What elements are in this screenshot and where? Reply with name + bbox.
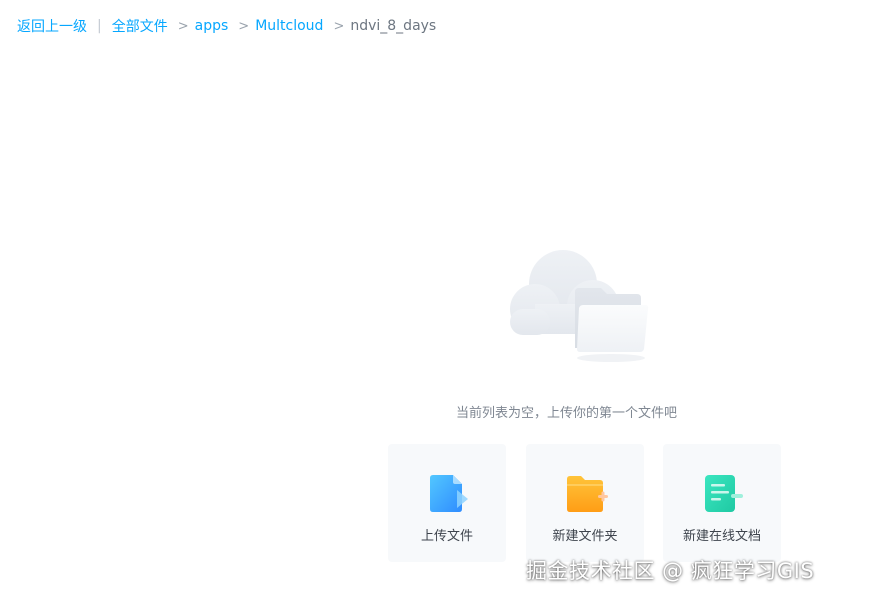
upload-file-label: 上传文件 <box>420 529 473 544</box>
new-folder-icon <box>562 470 608 516</box>
breadcrumb-item-apps[interactable]: apps <box>195 18 229 34</box>
upload-file-icon <box>424 470 470 516</box>
cloud-folder-icon <box>505 244 655 366</box>
watermark: 掘金技术社区 @ 疯狂学习GIS <box>526 559 815 583</box>
online-doc-icon <box>699 470 745 516</box>
chevron-right-icon: > <box>238 18 250 34</box>
upload-file-button[interactable]: 上传文件 <box>388 444 506 562</box>
chevron-right-icon: > <box>177 18 189 34</box>
breadcrumb-item-all-files[interactable]: 全部文件 <box>112 16 168 36</box>
empty-state-message: 当前列表为空，上传你的第一个文件吧 <box>456 406 678 421</box>
back-link[interactable]: 返回上一级 <box>17 16 87 36</box>
breadcrumb-divider: | <box>97 18 102 34</box>
breadcrumb-item-multcloud[interactable]: Multcloud <box>255 18 323 34</box>
chevron-right-icon: > <box>333 18 345 34</box>
new-online-doc-label: 新建在线文档 <box>682 529 761 544</box>
file-browser-page: 返回上一级 | 全部文件 > apps > Multcloud > ndvi_8… <box>0 0 870 602</box>
breadcrumb-current: ndvi_8_days <box>350 18 437 34</box>
new-folder-label: 新建文件夹 <box>552 529 618 544</box>
breadcrumb: 返回上一级 | 全部文件 > apps > Multcloud > ndvi_8… <box>17 16 436 36</box>
new-folder-button[interactable]: 新建文件夹 <box>526 444 644 562</box>
new-online-doc-button[interactable]: 新建在线文档 <box>663 444 781 562</box>
